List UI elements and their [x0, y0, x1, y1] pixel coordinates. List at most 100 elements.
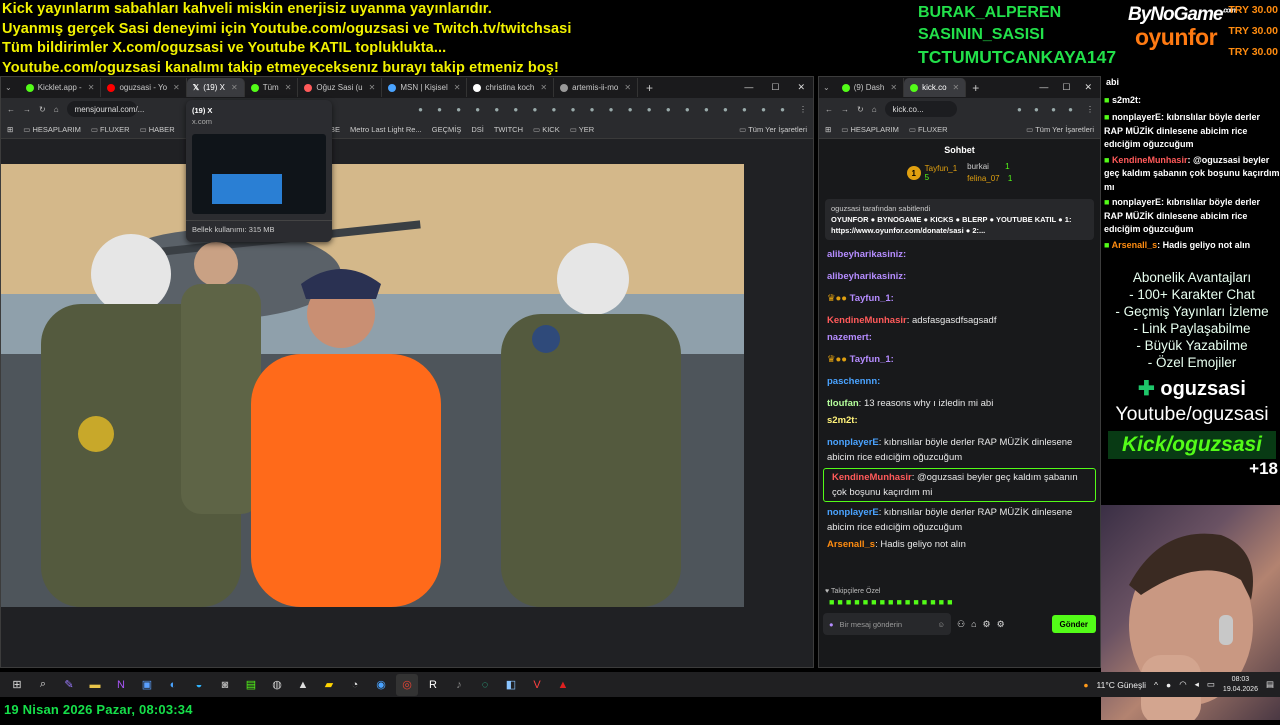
wifi-icon[interactable]: ◠: [1179, 679, 1186, 690]
chrome-icon[interactable]: ◎: [396, 673, 418, 696]
new-tab-button[interactable]: +: [646, 81, 653, 95]
mic-tray-icon[interactable]: ●: [1166, 680, 1171, 690]
edge-icon[interactable]: ◒: [188, 674, 210, 696]
app-icon[interactable]: ◉: [370, 674, 392, 696]
kick-app-icon[interactable]: ▤: [240, 674, 262, 696]
bookmark[interactable]: FLUXER: [91, 125, 130, 134]
close-icon[interactable]: ✕: [454, 83, 461, 92]
browser-tab[interactable]: oguzsasi - Yo ✕: [101, 78, 187, 97]
bookmark[interactable]: HESAPLARIM: [23, 125, 80, 134]
address-bar[interactable]: kick.co...: [884, 101, 957, 117]
browser-tab[interactable]: Tüm ✕: [245, 78, 299, 97]
apps-icon[interactable]: ⊞: [825, 125, 831, 134]
chat-username[interactable]: paschennn:: [827, 376, 880, 387]
app-icon[interactable]: ◔: [344, 674, 366, 696]
address-bar[interactable]: mensjournal.com/...: [66, 101, 144, 117]
chat-username[interactable]: tloufan: [827, 398, 859, 409]
menu-icon[interactable]: ⋮: [1086, 105, 1094, 114]
send-button[interactable]: Gönder: [1051, 615, 1096, 633]
close-icon[interactable]: ✕: [890, 83, 897, 92]
new-tab-button[interactable]: +: [972, 81, 979, 95]
poll-icon[interactable]: ⚇: [957, 619, 965, 630]
pen-app-icon[interactable]: ✎: [58, 674, 80, 696]
close-icon[interactable]: ✕: [953, 83, 960, 92]
bookmark[interactable]: YER: [570, 125, 594, 134]
obs-icon[interactable]: ◍: [266, 674, 288, 696]
home-icon[interactable]: ⌂: [872, 105, 877, 114]
browser-tab[interactable]: Oğuz Sasi (u ✕: [298, 78, 383, 97]
windows-start-icon[interactable]: ⊞: [6, 674, 28, 696]
apps-icon[interactable]: ⊞: [7, 125, 13, 134]
minimize-icon[interactable]: —: [1039, 82, 1048, 93]
chat-input[interactable]: ● Bir mesaj gönderin ☺: [823, 613, 951, 635]
gift-icon[interactable]: ⌂: [971, 619, 976, 629]
maximize-icon[interactable]: ☐: [771, 82, 779, 93]
gear-icon[interactable]: ⚙: [997, 619, 1005, 630]
emoji-icon[interactable]: ☺: [937, 620, 945, 629]
bookmark[interactable]: Metro Last Light Re...: [350, 125, 422, 134]
bookmark[interactable]: KICK: [533, 125, 560, 134]
bookmark[interactable]: TWITCH: [494, 125, 523, 134]
battery-icon[interactable]: ▭: [1207, 679, 1215, 690]
close-icon[interactable]: ✕: [285, 83, 292, 92]
file-explorer-icon[interactable]: ▬: [84, 674, 106, 696]
notes-icon[interactable]: ▰: [318, 674, 340, 696]
volume-icon[interactable]: ◂: [1195, 679, 1199, 690]
app-icon[interactable]: ♪: [448, 674, 470, 696]
chat-username[interactable]: alibeyharikasiniz:: [827, 271, 906, 282]
bookmark[interactable]: HABER: [140, 125, 175, 134]
all-bookmarks[interactable]: Tüm Yer İşaretleri: [739, 125, 807, 134]
close-icon[interactable]: ✕: [231, 83, 238, 92]
app-icon[interactable]: ◌: [474, 674, 496, 696]
edge-dev-icon[interactable]: ◐: [162, 674, 184, 696]
tray-chevron-icon[interactable]: ^: [1154, 680, 1158, 690]
browser-tab[interactable]: (9) Dash ✕: [836, 78, 905, 97]
bookmark[interactable]: DSİ: [471, 125, 484, 134]
forward-icon[interactable]: →: [841, 105, 849, 114]
reload-icon[interactable]: ↻: [857, 105, 864, 114]
home-icon[interactable]: ⌂: [54, 105, 59, 114]
back-icon[interactable]: ←: [825, 105, 833, 114]
browser-tab[interactable]: artemis-ii-mo ✕: [554, 78, 639, 97]
extension-icons[interactable]: ● ● ● ●: [1017, 105, 1078, 114]
tab-search-icon[interactable]: ⌄: [5, 83, 12, 92]
close-window-icon[interactable]: ✕: [797, 82, 805, 93]
back-icon[interactable]: ←: [7, 105, 15, 114]
chat-username[interactable]: Arsenall_s: [827, 539, 875, 550]
chat-username[interactable]: KendineMunhasir: [827, 315, 907, 326]
browser-tab-active[interactable]: kick.co ✕: [904, 78, 967, 97]
app-icon[interactable]: ◧: [500, 674, 522, 696]
chat-username[interactable]: nonplayerE: [827, 507, 879, 518]
pinned-message[interactable]: oguzsasi tarafından sabitlendi OYUNFOR ●…: [825, 199, 1094, 240]
settings-icon[interactable]: ⚙: [983, 619, 991, 630]
onenote-icon[interactable]: N: [110, 674, 132, 696]
forward-icon[interactable]: →: [23, 105, 31, 114]
close-icon[interactable]: ✕: [173, 83, 180, 92]
extension-icons[interactable]: ● ● ● ● ● ● ● ● ● ● ● ● ● ● ● ● ● ● ● ●: [418, 105, 791, 114]
minimize-icon[interactable]: —: [744, 82, 753, 93]
all-bookmarks[interactable]: Tüm Yer İşaretleri: [1026, 125, 1094, 134]
chat-username[interactable]: nazemert:: [827, 332, 872, 343]
tray-clock[interactable]: 08:03 19.04.2026: [1223, 675, 1258, 695]
chat-username[interactable]: Tayfun_1:: [850, 293, 894, 304]
close-icon[interactable]: ✕: [88, 83, 95, 92]
browser-tab[interactable]: MSN | Kişisel ✕: [382, 78, 468, 97]
browser-tab-active[interactable]: 𝕏 (19) X ✕: [186, 78, 245, 97]
close-icon[interactable]: ✕: [369, 83, 376, 92]
close-icon[interactable]: ✕: [624, 83, 631, 92]
app-icon[interactable]: R: [422, 674, 444, 696]
monitor-app-icon[interactable]: ▣: [136, 674, 158, 696]
notification-icon[interactable]: ▤: [1266, 679, 1274, 690]
chat-username[interactable]: alibeyharikasiniz:: [827, 249, 906, 260]
browser-tab[interactable]: Kicklet.app - ✕: [20, 78, 102, 97]
maximize-icon[interactable]: ☐: [1062, 82, 1070, 93]
browser-tab[interactable]: christina koch ✕: [467, 78, 555, 97]
unity-icon[interactable]: ▲: [292, 674, 314, 696]
chat-username[interactable]: nonplayerE: [827, 437, 879, 448]
close-window-icon[interactable]: ✕: [1084, 82, 1092, 93]
chat-username[interactable]: s2m2t:: [827, 415, 858, 426]
bookmark[interactable]: HESAPLARIM: [841, 125, 898, 134]
bookmark[interactable]: GEÇMİŞ: [432, 125, 462, 134]
weather-text[interactable]: 11°C Güneşli: [1097, 680, 1147, 690]
chat-username[interactable]: KendineMunhasir: [832, 472, 912, 483]
